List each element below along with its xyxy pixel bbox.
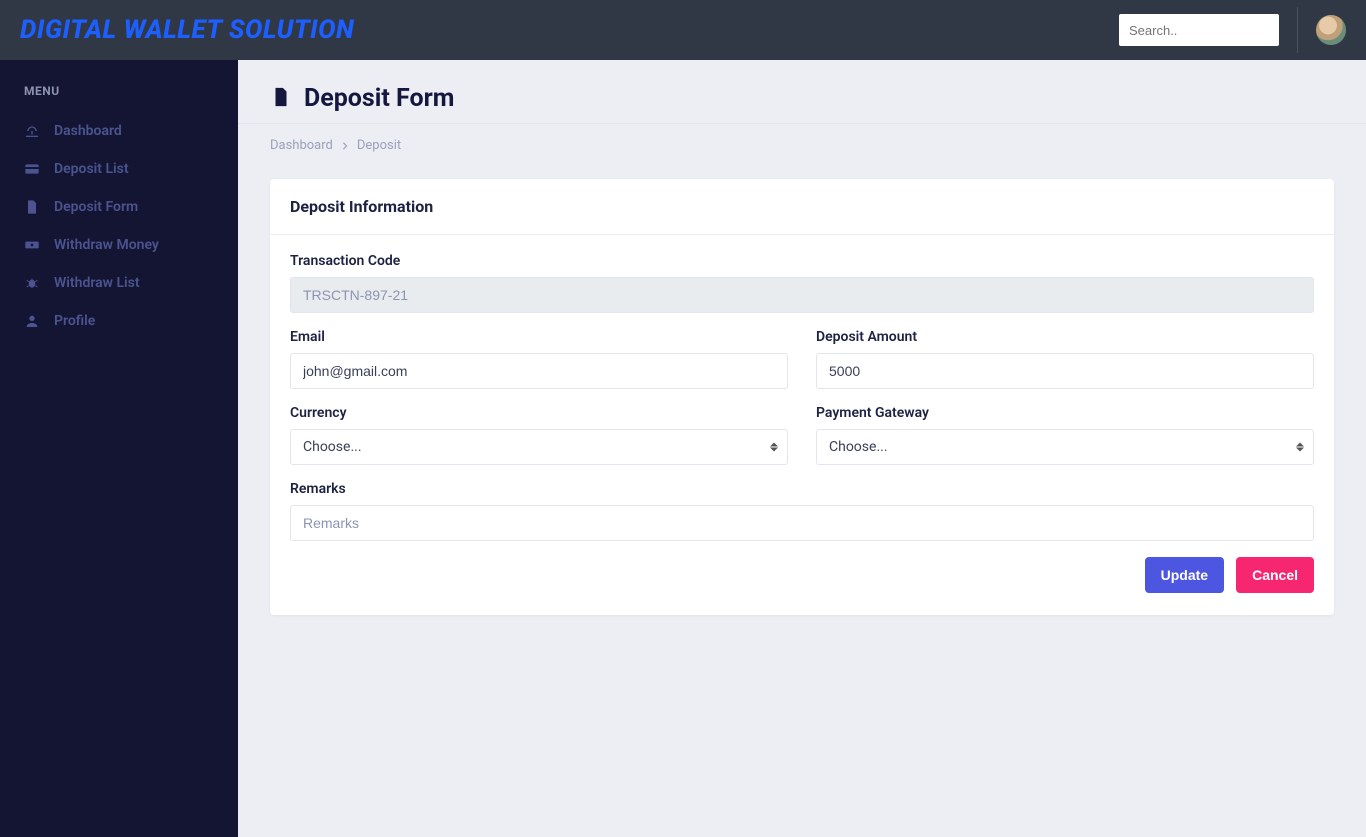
- deposit-card: Deposit Information Transaction Code Ema…: [270, 179, 1334, 615]
- breadcrumb-root[interactable]: Dashboard: [270, 138, 333, 153]
- bug-icon: [24, 275, 40, 291]
- main-content: Deposit Form Dashboard Deposit Deposit I…: [238, 60, 1366, 837]
- dashboard-icon: [24, 123, 40, 139]
- remarks-label: Remarks: [290, 481, 1314, 497]
- sidebar-item-label: Dashboard: [54, 123, 122, 139]
- currency-select[interactable]: Choose...: [290, 429, 788, 465]
- header-divider: [1297, 7, 1298, 53]
- page-title: Deposit Form: [304, 84, 454, 113]
- file-icon: [270, 86, 292, 112]
- cancel-button[interactable]: Cancel: [1236, 557, 1314, 593]
- breadcrumb: Dashboard Deposit: [238, 124, 1366, 169]
- user-icon: [24, 313, 40, 329]
- email-input[interactable]: [290, 353, 788, 389]
- breadcrumb-current: Deposit: [357, 138, 401, 153]
- sidebar-item-deposit-list[interactable]: Deposit List: [0, 150, 238, 188]
- transaction-code-input: [290, 277, 1314, 313]
- card-header: Deposit Information: [270, 179, 1334, 235]
- card-body: Transaction Code Email Deposit Amount: [270, 235, 1334, 615]
- sidebar-item-label: Deposit Form: [54, 199, 138, 215]
- sidebar-item-label: Profile: [54, 313, 95, 329]
- deposit-amount-input[interactable]: [816, 353, 1314, 389]
- currency-select-value: Choose...: [290, 429, 788, 465]
- sidebar-item-withdraw-money[interactable]: Withdraw Money: [0, 226, 238, 264]
- chevron-right-icon: [341, 142, 349, 150]
- sidebar-item-profile[interactable]: Profile: [0, 302, 238, 340]
- sidebar-item-label: Withdraw Money: [54, 237, 159, 253]
- transaction-code-label: Transaction Code: [290, 253, 1314, 269]
- sidebar-item-deposit-form[interactable]: Deposit Form: [0, 188, 238, 226]
- remarks-input[interactable]: [290, 505, 1314, 541]
- brand-title: DIGITAL WALLET SOLUTION: [20, 15, 354, 45]
- sidebar: MENU Dashboard Deposit List Deposit Form…: [0, 60, 238, 837]
- sidebar-item-dashboard[interactable]: Dashboard: [0, 112, 238, 150]
- payment-gateway-select-value: Choose...: [816, 429, 1314, 465]
- sidebar-item-label: Deposit List: [54, 161, 129, 177]
- cash-icon: [24, 237, 40, 253]
- card-icon: [24, 161, 40, 177]
- header-right: [1119, 7, 1346, 53]
- search-input[interactable]: [1119, 14, 1279, 46]
- currency-label: Currency: [290, 405, 788, 421]
- email-label: Email: [290, 329, 788, 345]
- deposit-amount-label: Deposit Amount: [816, 329, 1314, 345]
- avatar[interactable]: [1316, 15, 1346, 45]
- file-icon: [24, 199, 40, 215]
- sidebar-item-label: Withdraw List: [54, 275, 140, 291]
- payment-gateway-label: Payment Gateway: [816, 405, 1314, 421]
- menu-label: MENU: [0, 84, 238, 112]
- page-header: Deposit Form: [238, 60, 1366, 124]
- sidebar-item-withdraw-list[interactable]: Withdraw List: [0, 264, 238, 302]
- app-header: DIGITAL WALLET SOLUTION: [0, 0, 1366, 60]
- payment-gateway-select[interactable]: Choose...: [816, 429, 1314, 465]
- update-button[interactable]: Update: [1145, 557, 1224, 593]
- form-actions: Update Cancel: [290, 557, 1314, 593]
